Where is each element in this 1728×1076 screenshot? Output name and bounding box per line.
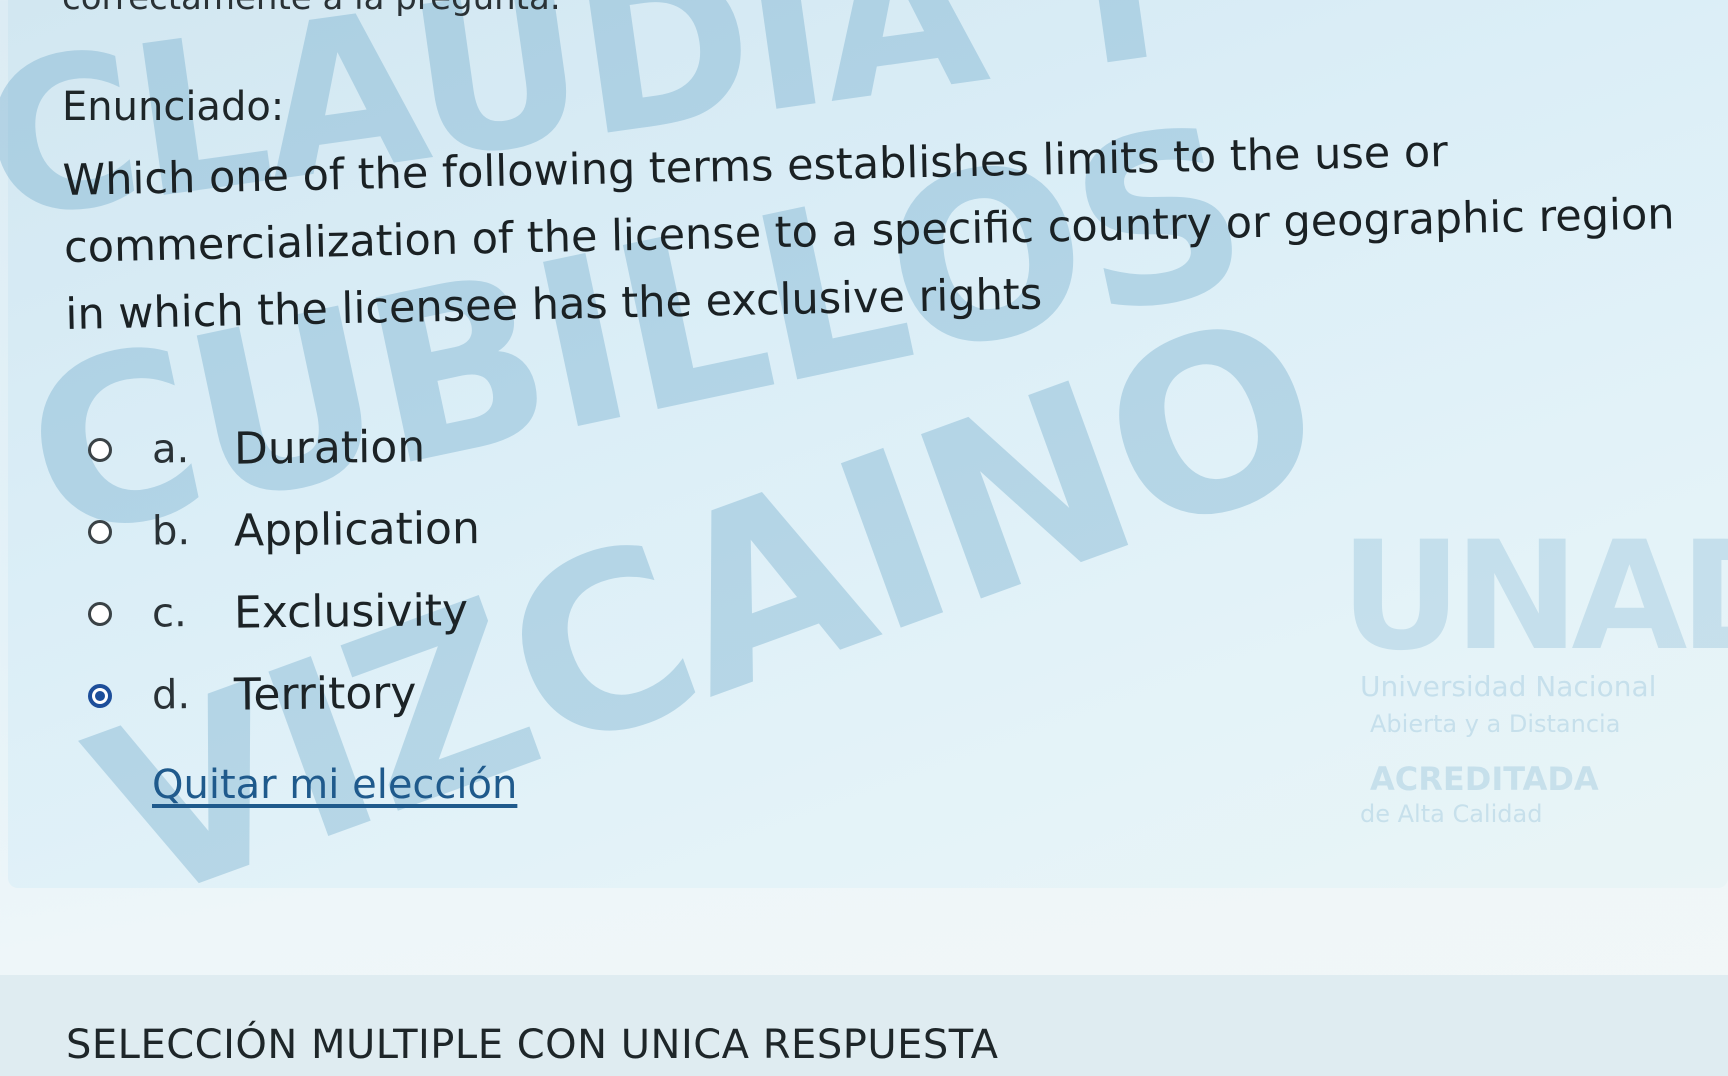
- option-c-label[interactable]: Exclusivity: [234, 585, 469, 638]
- option-c-letter: c.: [151, 590, 187, 637]
- option-d-label[interactable]: Territory: [234, 667, 417, 720]
- next-question-title: SELECCIÓN MULTIPLE CON UNICA RESPUESTA: [66, 1022, 999, 1068]
- option-b[interactable]: b. Application: [87, 502, 480, 562]
- radio-option-b[interactable]: [87, 519, 113, 545]
- option-a[interactable]: a. Duration: [87, 420, 425, 480]
- radio-option-c[interactable]: [87, 601, 113, 627]
- question-label: Enunciado:: [62, 84, 285, 130]
- option-b-letter: b.: [151, 508, 191, 555]
- radio-option-a[interactable]: [87, 437, 113, 463]
- option-a-label[interactable]: Duration: [234, 421, 426, 474]
- instruction-text: correctamente a la pregunta.: [62, 0, 561, 18]
- radio-option-d[interactable]: [87, 683, 113, 709]
- clear-choice-link[interactable]: Quitar mi elección: [152, 762, 517, 808]
- option-c[interactable]: c. Exclusivity: [87, 584, 468, 644]
- option-a-letter: a.: [151, 426, 190, 473]
- question-text: Which one of the following terms establi…: [62, 126, 1676, 340]
- option-d-letter: d.: [151, 672, 191, 719]
- option-b-label[interactable]: Application: [234, 503, 480, 557]
- option-d[interactable]: d. Territory: [87, 666, 417, 726]
